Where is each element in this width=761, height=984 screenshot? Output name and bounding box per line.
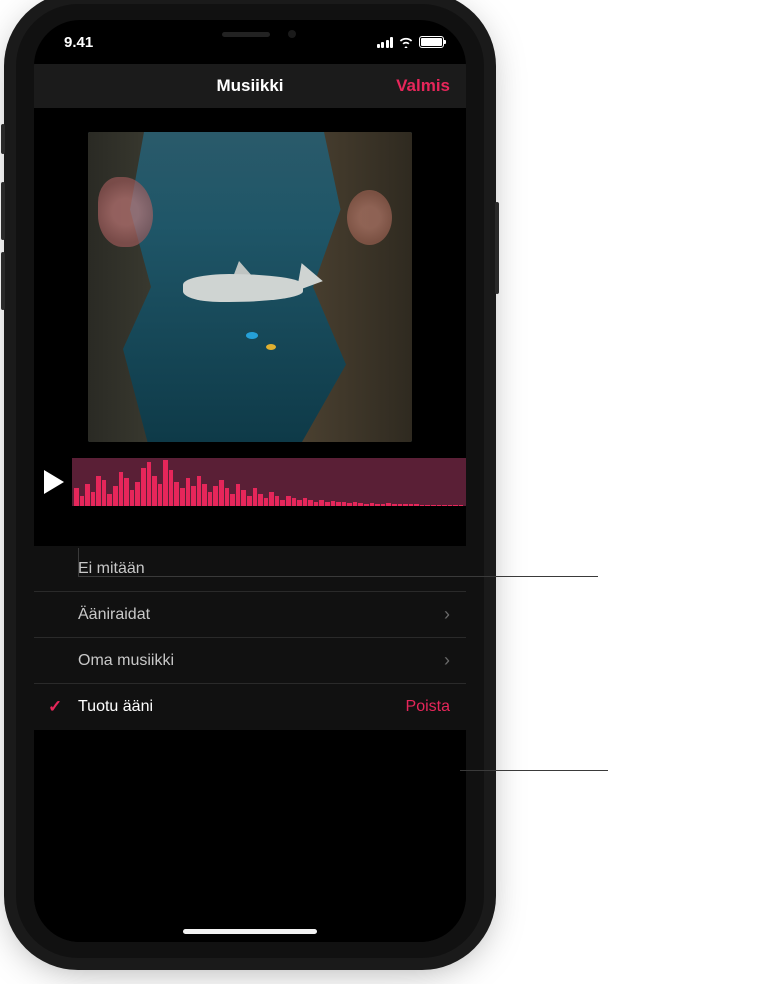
volume-up-button <box>1 182 5 240</box>
cellular-icon <box>377 37 394 48</box>
chevron-right-icon: › <box>444 604 450 625</box>
done-button[interactable]: Valmis <box>396 76 450 96</box>
video-preview[interactable] <box>88 132 412 442</box>
option-label: Tuotu ääni <box>78 698 153 716</box>
scene-coral-left <box>98 177 153 247</box>
callout-line <box>78 548 79 576</box>
waveform-row <box>34 458 466 506</box>
scene-fish <box>266 344 276 350</box>
nav-bar: Musiikki Valmis <box>34 64 466 108</box>
status-time: 9.41 <box>64 34 93 51</box>
home-indicator[interactable] <box>183 929 317 934</box>
scene-coral-right <box>347 190 392 245</box>
callout-line <box>460 770 608 771</box>
screen: 9.41 Musiikki Valmis <box>34 20 466 942</box>
delete-button[interactable]: Poista <box>406 698 450 716</box>
music-options-list: Ei mitään Ääniraidat › Oma musiikki › ✓ … <box>34 546 466 730</box>
silence-switch <box>1 124 5 154</box>
page-title: Musiikki <box>216 76 283 96</box>
power-button <box>495 202 499 294</box>
volume-down-button <box>1 252 5 310</box>
content: Ei mitään Ääniraidat › Oma musiikki › ✓ … <box>34 108 466 942</box>
phone-frame: 9.41 Musiikki Valmis <box>16 4 484 958</box>
chevron-right-icon: › <box>444 650 450 671</box>
speaker-grille <box>222 32 270 37</box>
callout-line <box>78 576 598 577</box>
wifi-icon <box>398 36 414 48</box>
scene-fish <box>246 332 258 339</box>
option-none[interactable]: Ei mitään <box>34 546 466 592</box>
audio-waveform[interactable] <box>72 458 466 506</box>
scene-shark <box>183 267 323 309</box>
video-preview-wrap <box>34 108 466 442</box>
option-label: Ääniraidat <box>78 606 150 624</box>
check-icon: ✓ <box>48 697 62 717</box>
notch <box>150 20 350 48</box>
play-icon[interactable] <box>44 470 64 494</box>
status-indicators <box>377 36 445 48</box>
option-imported-audio[interactable]: ✓ Tuotu ääni Poista <box>34 684 466 730</box>
front-camera <box>288 30 296 38</box>
option-my-music[interactable]: Oma musiikki › <box>34 638 466 684</box>
option-label: Oma musiikki <box>78 652 174 670</box>
option-label: Ei mitään <box>78 560 145 578</box>
option-soundtracks[interactable]: Ääniraidat › <box>34 592 466 638</box>
battery-icon <box>419 36 444 48</box>
